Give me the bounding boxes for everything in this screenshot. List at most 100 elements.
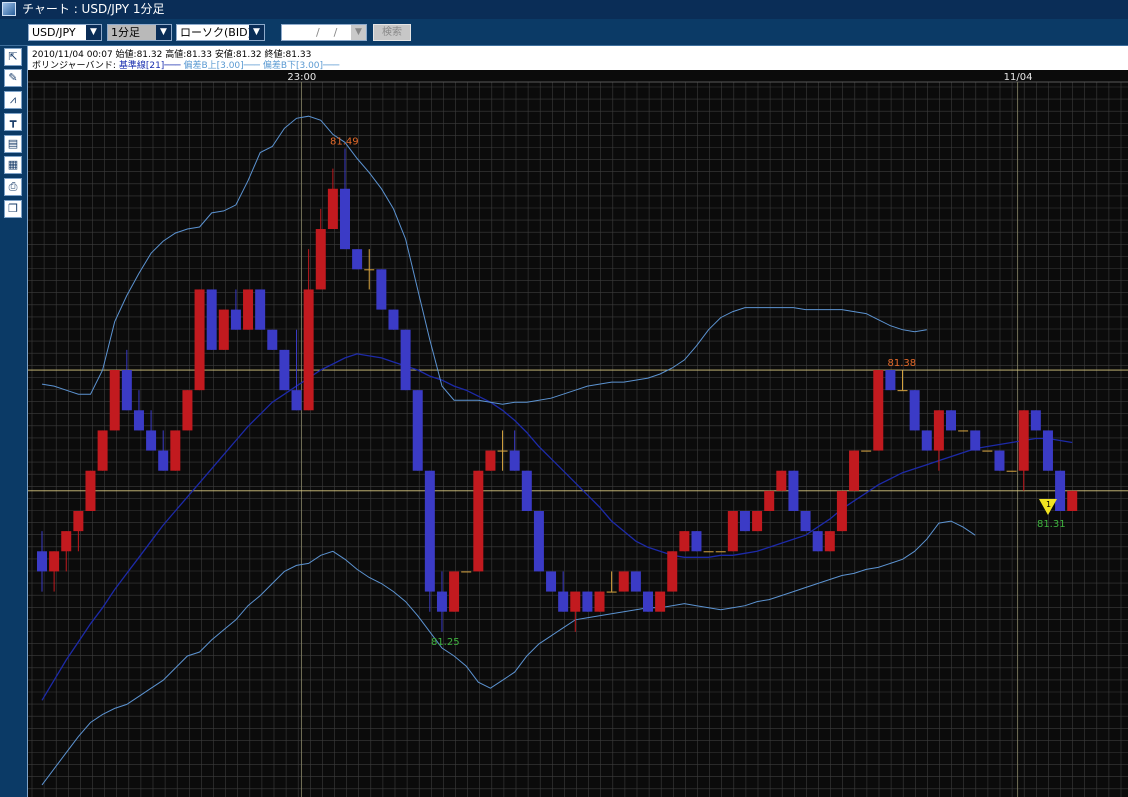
candle-body: [97, 430, 108, 471]
candle-body: [812, 531, 823, 552]
candle-body: [849, 450, 860, 491]
candle-body: [255, 289, 266, 330]
candle-body: [764, 490, 775, 511]
candle-body: [1067, 490, 1078, 511]
ruler-icon[interactable]: ┳: [4, 113, 22, 131]
candle-body: [400, 329, 411, 391]
candle-body: [182, 390, 193, 431]
candle-body: [655, 591, 666, 612]
candle-body: [388, 309, 399, 330]
app-icon: [2, 2, 16, 16]
candle-body: [243, 289, 254, 330]
interval-select[interactable]: 1分足 ▼: [107, 24, 172, 41]
candle-body: [533, 511, 544, 572]
chart-area[interactable]: 23:00 11/04 81.49 81.38 81.25 81.31 1: [27, 70, 1128, 797]
candle-body: [909, 390, 920, 431]
candle-body: [279, 349, 290, 391]
chevron-down-icon[interactable]: ▼: [86, 25, 101, 40]
chart-type-select[interactable]: ローソク(BID) ▼: [176, 24, 265, 41]
last-price-label: 81.31: [1037, 519, 1066, 530]
candle-body: [582, 591, 593, 612]
candle-body: [970, 430, 981, 451]
search-button[interactable]: 検索: [373, 24, 411, 41]
candle-body: [133, 410, 144, 431]
candle-body: [230, 309, 241, 330]
chart-window: チャート : USD/JPY 1分足 USD/JPY ▼ 1分足 ▼ ローソク(…: [0, 0, 1128, 797]
candle-body: [921, 430, 932, 451]
info-bar: 2010/11/04 00:07 始値:81.32 高値:81.33 安値:81…: [27, 46, 1128, 71]
candle-body: [340, 188, 350, 250]
candle-body: [509, 450, 520, 471]
candle-body: [461, 571, 472, 573]
candle-body: [521, 470, 532, 511]
candle-body: [146, 430, 157, 451]
candle-body: [1055, 470, 1066, 511]
signal-marker-label: 1: [1046, 500, 1051, 509]
x-tick-label: 11/04: [1004, 72, 1033, 83]
candle-body: [412, 390, 423, 471]
chevron-down-icon[interactable]: ▼: [249, 25, 264, 40]
candle-body: [933, 410, 944, 451]
symbol-value: USD/JPY: [32, 26, 76, 39]
candle-body: [1006, 470, 1017, 472]
candle-body: [643, 591, 653, 612]
candle-body: [703, 551, 714, 553]
date-picker[interactable]: / / ▼: [281, 24, 367, 41]
candle-body: [109, 370, 120, 431]
candle-body: [679, 531, 690, 552]
candle-body: [546, 571, 557, 592]
candle-body: [206, 289, 217, 350]
x-axis-ticks: 23:00 11/04: [287, 72, 1032, 83]
candle-body: [485, 450, 496, 471]
x-tick-label: 23:00: [287, 72, 316, 83]
candle-body: [315, 229, 326, 290]
list-icon[interactable]: ▤: [4, 135, 22, 153]
candle-body: [497, 450, 508, 452]
pencil-icon[interactable]: ✎: [4, 69, 22, 87]
symbol-select[interactable]: USD/JPY ▼: [28, 24, 102, 41]
high-price-label: 81.49: [330, 136, 359, 147]
candle-body: [824, 531, 835, 552]
candle-body: [352, 249, 363, 270]
pointer-tool-icon[interactable]: ⇱: [4, 48, 22, 66]
candle-body: [327, 188, 338, 230]
candle-body: [436, 591, 447, 612]
candle-body: [788, 470, 799, 511]
print-icon[interactable]: ⎙: [4, 178, 22, 196]
candle-body: [739, 511, 750, 532]
candle-body: [37, 551, 47, 572]
candle-body: [194, 289, 205, 391]
candle-body: [836, 490, 847, 532]
candle-body: [873, 370, 884, 451]
candle-body: [558, 591, 569, 612]
candle-body: [606, 591, 617, 593]
chart-grid: [28, 81, 1128, 797]
candle-body: [449, 571, 460, 612]
chevron-down-icon[interactable]: ▼: [351, 25, 366, 40]
candle-body: [473, 470, 484, 572]
candle-body: [618, 571, 629, 592]
candle-body: [570, 591, 581, 612]
candle-body: [121, 370, 132, 411]
candlestick-chart[interactable]: 23:00 11/04 81.49 81.38 81.25 81.31 1: [28, 70, 1128, 797]
second-high-label: 81.38: [888, 358, 917, 369]
candle-body: [800, 511, 811, 532]
candle-body: [861, 450, 872, 452]
toolbar: USD/JPY ▼ 1分足 ▼ ローソク(BID) ▼ / / ▼ 検索: [0, 19, 1128, 46]
candle-body: [897, 390, 908, 392]
candle-body: [170, 430, 181, 471]
calendar-icon[interactable]: ▦: [4, 156, 22, 174]
copy-icon[interactable]: ❐: [4, 200, 22, 218]
candle-body: [1030, 410, 1041, 431]
indicator-icon[interactable]: ⩘: [4, 91, 22, 109]
candle-body: [158, 450, 169, 471]
candle-body: [994, 450, 1005, 471]
chart-type-value: ローソク(BID): [180, 26, 252, 39]
title-bar: チャート : USD/JPY 1分足: [0, 0, 1128, 19]
candle-body: [61, 531, 72, 552]
candle-body: [73, 511, 84, 532]
tool-palette: ⇱ ✎ ⩘ ┳ ▤ ▦ ⎙ ❐: [0, 46, 27, 797]
candle-body: [85, 470, 96, 511]
candle-body: [667, 551, 678, 592]
chevron-down-icon[interactable]: ▼: [156, 25, 171, 40]
